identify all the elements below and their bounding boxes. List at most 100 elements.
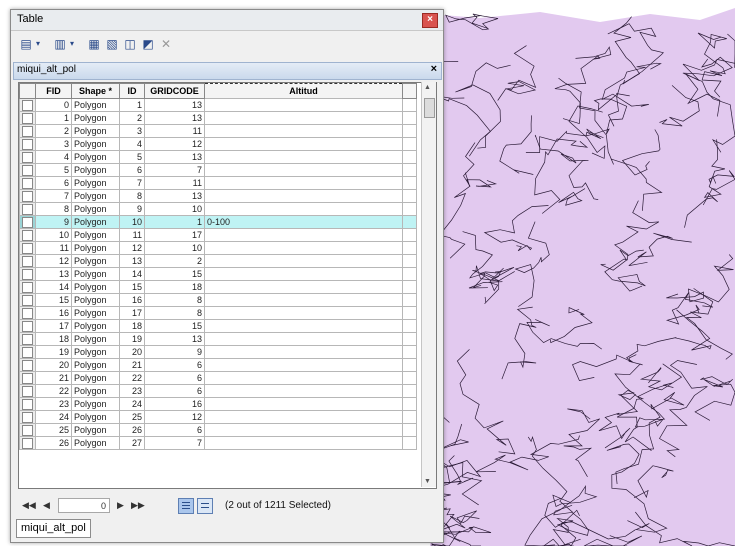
- table-row[interactable]: 15 Polygon 16 8: [19, 293, 417, 307]
- row-selector-header[interactable]: [19, 83, 36, 99]
- table-row[interactable]: 24 Polygon 25 12: [19, 410, 417, 424]
- table-row[interactable]: 3 Polygon 4 12: [19, 137, 417, 151]
- cell-gridcode[interactable]: 15: [144, 267, 205, 281]
- row-selector[interactable]: [19, 384, 36, 398]
- cell-id[interactable]: 18: [119, 319, 145, 333]
- cell-fid[interactable]: 20: [35, 358, 72, 372]
- cell-shape[interactable]: Polygon: [71, 176, 120, 190]
- cell-id[interactable]: 13: [119, 254, 145, 268]
- cell-id[interactable]: 17: [119, 306, 145, 320]
- cell-id[interactable]: 10: [119, 215, 145, 229]
- cell-shape[interactable]: Polygon: [71, 358, 120, 372]
- cell-gridcode[interactable]: 6: [144, 423, 205, 437]
- cell-altitud[interactable]: 0-100: [204, 215, 403, 229]
- cell-altitud[interactable]: [204, 241, 403, 255]
- table-row[interactable]: 1 Polygon 2 13: [19, 111, 417, 125]
- cell-shape[interactable]: Polygon: [71, 98, 120, 112]
- dropdown-arrow-icon[interactable]: ▾: [68, 36, 76, 52]
- cell-shape[interactable]: Polygon: [71, 254, 120, 268]
- cell-fid[interactable]: 4: [35, 150, 72, 164]
- cell-gridcode[interactable]: 12: [144, 137, 205, 151]
- cell-shape[interactable]: Polygon: [71, 436, 120, 450]
- cell-fid[interactable]: 11: [35, 241, 72, 255]
- show-all-records-icon[interactable]: [178, 498, 194, 514]
- table-row[interactable]: 22 Polygon 23 6: [19, 384, 417, 398]
- cell-fid[interactable]: 23: [35, 397, 72, 411]
- cell-fid[interactable]: 0: [35, 98, 72, 112]
- cell-id[interactable]: 20: [119, 345, 145, 359]
- cell-gridcode[interactable]: 6: [144, 384, 205, 398]
- row-selector[interactable]: [19, 228, 36, 242]
- cell-fid[interactable]: 1: [35, 111, 72, 125]
- next-record-icon[interactable]: ▶: [117, 500, 124, 511]
- cell-shape[interactable]: Polygon: [71, 137, 120, 151]
- cell-fid[interactable]: 5: [35, 163, 72, 177]
- cell-fid[interactable]: 21: [35, 371, 72, 385]
- table-row[interactable]: 14 Polygon 15 18: [19, 280, 417, 294]
- cell-altitud[interactable]: [204, 111, 403, 125]
- cell-shape[interactable]: Polygon: [71, 410, 120, 424]
- cell-shape[interactable]: Polygon: [71, 293, 120, 307]
- cell-id[interactable]: 1: [119, 98, 145, 112]
- cell-altitud[interactable]: [204, 306, 403, 320]
- cell-gridcode[interactable]: 1: [144, 215, 205, 229]
- row-selector[interactable]: [19, 111, 36, 125]
- row-selector[interactable]: [19, 267, 36, 281]
- scroll-thumb[interactable]: [424, 98, 435, 118]
- cell-altitud[interactable]: [204, 254, 403, 268]
- row-selector[interactable]: [19, 137, 36, 151]
- cell-shape[interactable]: Polygon: [71, 189, 120, 203]
- cell-fid[interactable]: 9: [35, 215, 72, 229]
- cell-altitud[interactable]: [204, 267, 403, 281]
- delete-selected-icon[interactable]: ✕: [159, 36, 173, 52]
- cell-shape[interactable]: Polygon: [71, 202, 120, 216]
- row-selector[interactable]: [19, 306, 36, 320]
- table-tab-close-icon[interactable]: ×: [431, 63, 437, 75]
- cell-fid[interactable]: 17: [35, 319, 72, 333]
- row-selector[interactable]: [19, 436, 36, 450]
- cell-altitud[interactable]: [204, 163, 403, 177]
- cell-altitud[interactable]: [204, 397, 403, 411]
- current-record-input[interactable]: 0: [58, 498, 110, 513]
- cell-fid[interactable]: 10: [35, 228, 72, 242]
- table-row[interactable]: 17 Polygon 18 15: [19, 319, 417, 333]
- cell-gridcode[interactable]: 15: [144, 319, 205, 333]
- window-close-button[interactable]: ×: [422, 13, 438, 28]
- cell-gridcode[interactable]: 17: [144, 228, 205, 242]
- cell-fid[interactable]: 3: [35, 137, 72, 151]
- column-header-fid[interactable]: FID: [35, 83, 72, 99]
- table-row[interactable]: 0 Polygon 1 13: [19, 98, 417, 112]
- row-selector[interactable]: [19, 358, 36, 372]
- cell-shape[interactable]: Polygon: [71, 124, 120, 138]
- last-record-icon[interactable]: ▶▶: [131, 500, 145, 511]
- cell-id[interactable]: 3: [119, 124, 145, 138]
- cell-shape[interactable]: Polygon: [71, 150, 120, 164]
- zoom-to-selected-icon[interactable]: ◩: [141, 36, 155, 52]
- table-row[interactable]: 26 Polygon 27 7: [19, 436, 417, 450]
- cell-shape[interactable]: Polygon: [71, 306, 120, 320]
- cell-altitud[interactable]: [204, 423, 403, 437]
- cell-altitud[interactable]: [204, 436, 403, 450]
- cell-fid[interactable]: 22: [35, 384, 72, 398]
- cell-shape[interactable]: Polygon: [71, 397, 120, 411]
- cell-id[interactable]: 12: [119, 241, 145, 255]
- row-selector[interactable]: [19, 241, 36, 255]
- cell-id[interactable]: 6: [119, 163, 145, 177]
- cell-fid[interactable]: 7: [35, 189, 72, 203]
- table-tab[interactable]: miqui_alt_pol ×: [13, 62, 442, 80]
- cell-shape[interactable]: Polygon: [71, 332, 120, 346]
- cell-gridcode[interactable]: 13: [144, 332, 205, 346]
- cell-altitud[interactable]: [204, 202, 403, 216]
- cell-gridcode[interactable]: 8: [144, 306, 205, 320]
- cell-gridcode[interactable]: 11: [144, 176, 205, 190]
- cell-id[interactable]: 7: [119, 176, 145, 190]
- cell-id[interactable]: 26: [119, 423, 145, 437]
- cell-altitud[interactable]: [204, 124, 403, 138]
- cell-altitud[interactable]: [204, 137, 403, 151]
- cell-altitud[interactable]: [204, 98, 403, 112]
- table-row[interactable]: 9 Polygon 10 1 0-100: [19, 215, 417, 229]
- cell-altitud[interactable]: [204, 332, 403, 346]
- cell-id[interactable]: 23: [119, 384, 145, 398]
- table-options-icon[interactable]: ▤: [19, 36, 33, 52]
- cell-id[interactable]: 14: [119, 267, 145, 281]
